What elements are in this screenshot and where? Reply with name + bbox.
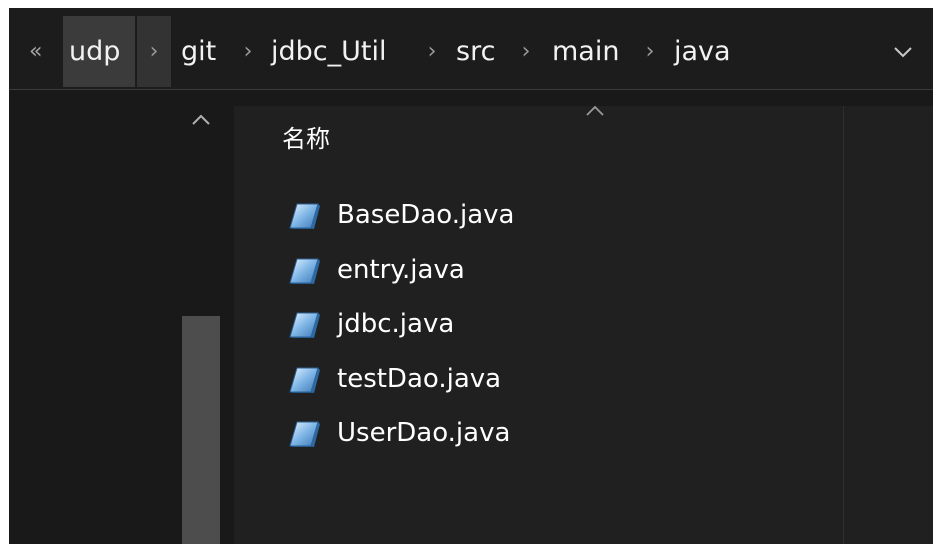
file-name: BaseDao.java [337,200,515,230]
file-name: testDao.java [337,363,502,394]
breadcrumb-item-jdbc-util[interactable]: jdbc_Util [271,16,386,87]
breadcrumb-separator[interactable]: › [421,16,443,87]
java-file-icon [289,203,320,229]
column-header-name[interactable]: 名称 [282,122,330,156]
breadcrumb-item-udp[interactable]: udp [63,16,135,87]
file-name: UserDao.java [337,418,511,448]
breadcrumb-item-git[interactable]: git [181,16,216,87]
sort-ascending-icon [586,105,604,116]
scroll-up-icon[interactable] [190,110,212,130]
address-bar[interactable]: « udp › git › jdbc_Util › src › main › j… [9,8,933,90]
file-list-item[interactable]: BaseDao.java [280,193,820,237]
file-list-item[interactable]: entry.java [280,248,820,292]
breadcrumb-overflow-button[interactable]: « [29,16,42,87]
java-file-icon [289,421,320,447]
breadcrumb-separator[interactable]: › [639,16,661,87]
file-list-item[interactable]: testDao.java [280,357,820,401]
file-name: jdbc.java [337,309,455,339]
java-file-icon [289,367,320,393]
breadcrumb-separator[interactable]: › [237,16,259,87]
file-list-item[interactable]: UserDao.java [280,411,820,455]
breadcrumb-separator[interactable]: › [515,16,537,87]
chevron-down-icon[interactable] [891,40,915,64]
java-file-icon [289,312,320,338]
column-divider[interactable] [843,106,844,544]
breadcrumb-separator[interactable]: › [137,16,171,87]
file-name: entry.java [337,254,465,285]
java-file-icon [289,258,320,284]
breadcrumb-item-src[interactable]: src [456,16,495,87]
navigation-scrollbar-thumb[interactable] [182,316,220,544]
breadcrumb-item-java[interactable]: java [674,16,731,87]
breadcrumb-item-main[interactable]: main [552,16,619,87]
file-list-item[interactable]: jdbc.java [280,302,820,346]
